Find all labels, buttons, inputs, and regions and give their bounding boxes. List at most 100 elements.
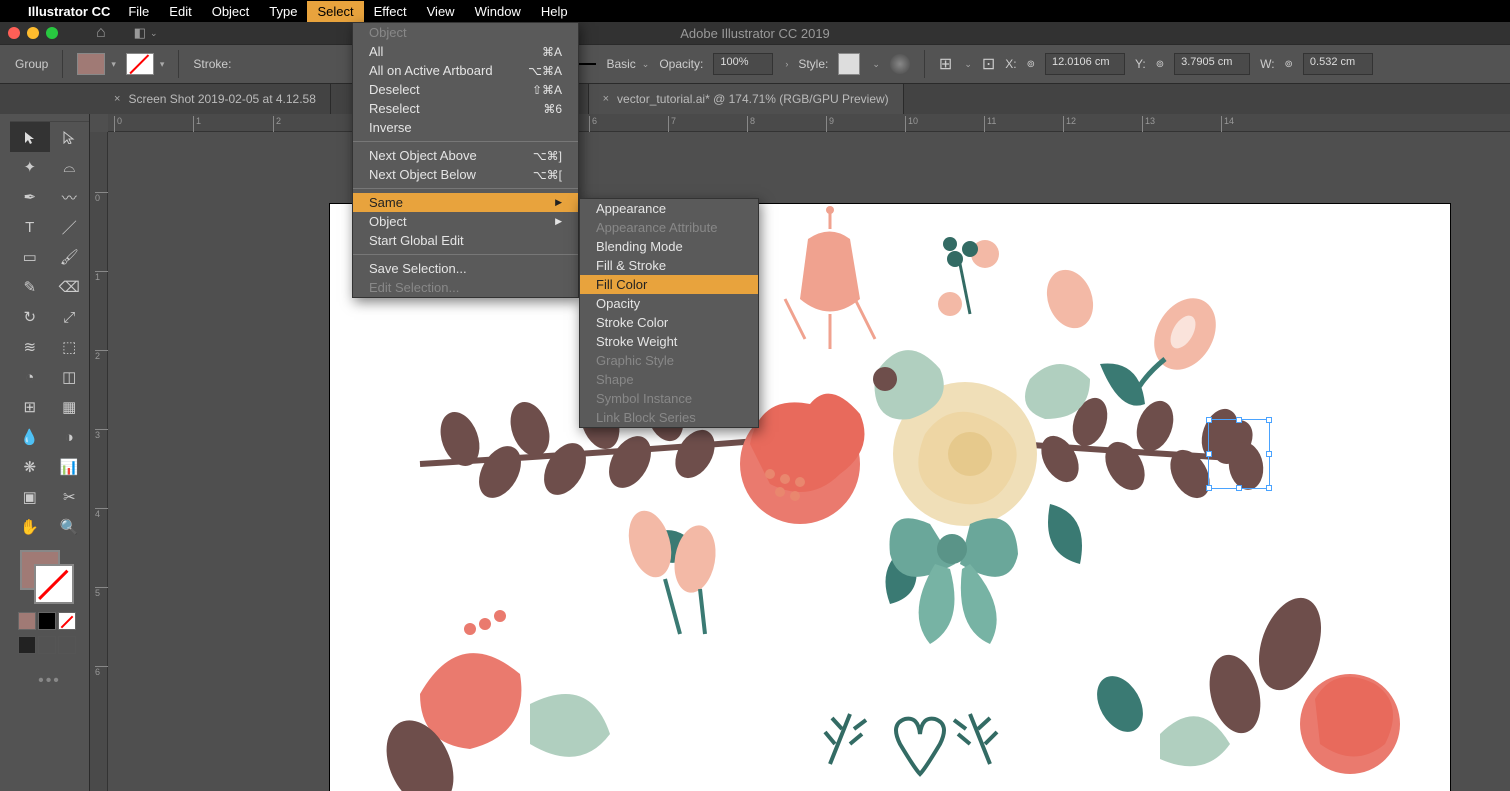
- submenu-fill-color[interactable]: Fill Color: [580, 275, 758, 294]
- menu-view[interactable]: View: [417, 1, 465, 22]
- menu-window[interactable]: Window: [465, 1, 531, 22]
- rectangle-tool[interactable]: ▭: [10, 242, 50, 272]
- submenu-graphic-style[interactable]: Graphic Style: [580, 351, 758, 370]
- window-titlebar: ⌂ ◧ ⌄ Adobe Illustrator CC 2019: [0, 22, 1510, 44]
- blend-tool[interactable]: ◑: [50, 422, 90, 452]
- menu-item-object[interactable]: Object: [353, 23, 578, 42]
- style-label: Style:: [798, 57, 828, 71]
- line-tool[interactable]: ／: [50, 212, 90, 242]
- type-tool[interactable]: T: [10, 212, 50, 242]
- submenu-fill-and-stroke[interactable]: Fill & Stroke: [580, 256, 758, 275]
- stroke-color-box[interactable]: [34, 564, 74, 604]
- scale-tool[interactable]: ⤢: [50, 302, 90, 332]
- collapsed-panel-strip[interactable]: [0, 114, 10, 791]
- window-zoom-button[interactable]: [46, 27, 58, 39]
- drawing-modes[interactable]: [10, 630, 89, 660]
- x-label: X:: [1005, 57, 1016, 71]
- document-tab-1[interactable]: × Screen Shot 2019-02-05 at 4.12.58: [100, 84, 331, 114]
- menu-item-all[interactable]: All⌘A: [353, 42, 578, 61]
- submenu-appearance[interactable]: Appearance: [580, 199, 758, 218]
- graphic-style-swatch[interactable]: [838, 53, 860, 75]
- stroke-label: Stroke:: [193, 57, 231, 71]
- menu-item-reselect[interactable]: Reselect⌘6: [353, 99, 578, 118]
- selection-bounding-box[interactable]: [1208, 419, 1270, 489]
- shaper-tool[interactable]: ✎: [10, 272, 50, 302]
- menu-item-start-global-edit[interactable]: Start Global Edit: [353, 231, 578, 250]
- default-colors[interactable]: [10, 612, 89, 630]
- menu-file[interactable]: File: [118, 1, 159, 22]
- magic-wand-tool[interactable]: ✦: [10, 152, 50, 182]
- pen-tool[interactable]: ✒: [10, 182, 50, 212]
- slice-tool[interactable]: ✂: [50, 482, 90, 512]
- document-tab-label: vector_tutorial.ai* @ 174.71% (RGB/GPU P…: [617, 92, 889, 106]
- menu-type[interactable]: Type: [259, 1, 307, 22]
- menu-item-object-sub[interactable]: Object: [353, 212, 578, 231]
- same-submenu: Appearance Appearance Attribute Blending…: [579, 198, 759, 428]
- width-tool[interactable]: ≋: [10, 332, 50, 362]
- canvas-area[interactable]: 0 1 2 3 4 5 6 7 8 9 10 11 12 13 14 0 1 2…: [90, 114, 1510, 791]
- arrange-docs-icon[interactable]: ◧ ⌄: [134, 25, 158, 41]
- submenu-link-block-series[interactable]: Link Block Series: [580, 408, 758, 427]
- eraser-tool[interactable]: ⌫: [50, 272, 90, 302]
- menu-item-save-selection[interactable]: Save Selection...: [353, 259, 578, 278]
- eyedropper-tool[interactable]: 💧: [10, 422, 50, 452]
- menu-edit[interactable]: Edit: [159, 1, 201, 22]
- opacity-input[interactable]: 100%: [713, 53, 773, 75]
- symbol-sprayer-tool[interactable]: ❋: [10, 452, 50, 482]
- window-close-button[interactable]: [8, 27, 20, 39]
- y-input[interactable]: 3.7905 cm: [1174, 53, 1250, 75]
- submenu-appearance-attribute[interactable]: Appearance Attribute: [580, 218, 758, 237]
- home-icon[interactable]: ⌂: [96, 24, 106, 42]
- menu-help[interactable]: Help: [531, 1, 578, 22]
- gradient-tool[interactable]: ▦: [50, 392, 90, 422]
- mesh-tool[interactable]: ⊞: [10, 392, 50, 422]
- submenu-blending-mode[interactable]: Blending Mode: [580, 237, 758, 256]
- w-input[interactable]: 0.532 cm: [1303, 53, 1373, 75]
- align-icon[interactable]: ⊞: [939, 54, 952, 74]
- app-name[interactable]: Illustrator CC: [20, 4, 118, 19]
- transform-icon[interactable]: ⊡: [982, 54, 995, 74]
- vertical-ruler[interactable]: 0 1 2 3 4 5 6: [90, 132, 108, 791]
- submenu-stroke-weight[interactable]: Stroke Weight: [580, 332, 758, 351]
- x-input[interactable]: 12.0106 cm: [1045, 53, 1125, 75]
- document-tab-3[interactable]: × vector_tutorial.ai* @ 174.71% (RGB/GPU…: [589, 84, 904, 114]
- window-minimize-button[interactable]: [27, 27, 39, 39]
- menu-item-next-above[interactable]: Next Object Above⌥⌘]: [353, 146, 578, 165]
- submenu-opacity[interactable]: Opacity: [580, 294, 758, 313]
- stroke-swatch[interactable]: ▾: [126, 53, 165, 75]
- perspective-tool[interactable]: ◫: [50, 362, 90, 392]
- rotate-tool[interactable]: ↻: [10, 302, 50, 332]
- recolor-icon[interactable]: [890, 54, 910, 74]
- submenu-shape[interactable]: Shape: [580, 370, 758, 389]
- submenu-symbol-instance[interactable]: Symbol Instance: [580, 389, 758, 408]
- control-bar: Group ▾ ▾ Stroke: Basic⌄ Opacity: 100% ›…: [0, 44, 1510, 84]
- shape-builder-tool[interactable]: ◔: [10, 362, 50, 392]
- lasso-tool[interactable]: ⌓: [50, 152, 90, 182]
- close-tab-icon[interactable]: ×: [114, 93, 120, 105]
- menu-item-same[interactable]: Same: [353, 193, 578, 212]
- menu-item-next-below[interactable]: Next Object Below⌥⌘[: [353, 165, 578, 184]
- menu-effect[interactable]: Effect: [364, 1, 417, 22]
- menu-item-inverse[interactable]: Inverse: [353, 118, 578, 137]
- menu-select[interactable]: Select: [307, 1, 363, 22]
- selection-tool[interactable]: [10, 122, 50, 152]
- menu-item-all-artboard[interactable]: All on Active Artboard⌥⌘A: [353, 61, 578, 80]
- horizontal-ruler[interactable]: 0 1 2 3 4 5 6 7 8 9 10 11 12 13 14: [108, 114, 1510, 132]
- submenu-stroke-color[interactable]: Stroke Color: [580, 313, 758, 332]
- fill-stroke-indicator[interactable]: [10, 542, 89, 612]
- column-graph-tool[interactable]: 📊: [50, 452, 90, 482]
- artboard-tool[interactable]: ▣: [10, 482, 50, 512]
- paintbrush-tool[interactable]: 🖌: [50, 242, 90, 272]
- zoom-tool[interactable]: 🔍: [50, 512, 90, 542]
- close-tab-icon[interactable]: ×: [603, 93, 609, 105]
- direct-selection-tool[interactable]: [50, 122, 90, 152]
- free-transform-tool[interactable]: ⬚: [50, 332, 90, 362]
- hand-tool[interactable]: ✋: [10, 512, 50, 542]
- menu-item-edit-selection[interactable]: Edit Selection...: [353, 278, 578, 297]
- curvature-tool[interactable]: 〰: [50, 182, 90, 212]
- edit-toolbox-icon[interactable]: •••: [10, 660, 89, 702]
- fill-swatch[interactable]: ▾: [77, 53, 116, 75]
- menu-item-deselect[interactable]: Deselect⇧⌘A: [353, 80, 578, 99]
- menu-object[interactable]: Object: [202, 1, 260, 22]
- panel-grip[interactable]: [10, 114, 89, 122]
